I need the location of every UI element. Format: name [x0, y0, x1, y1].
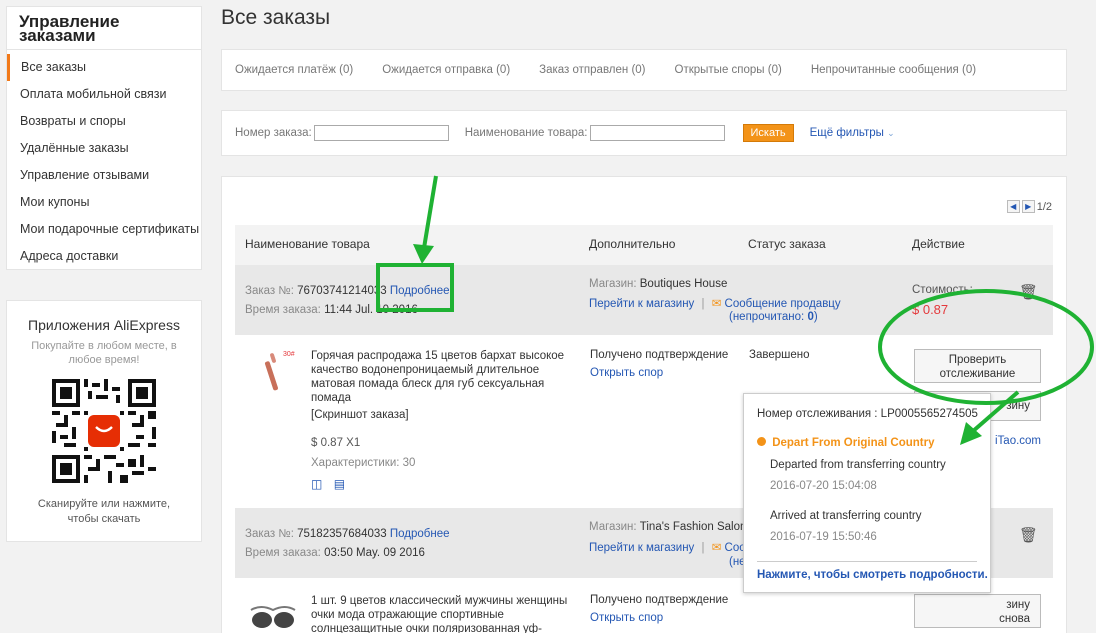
order-details-link[interactable]: Подробнее — [390, 528, 450, 540]
visit-store-link[interactable]: Перейти к магазину — [589, 298, 694, 310]
track-shipment-button[interactable]: Проверить отслеживание — [914, 349, 1041, 383]
tracking-event-time: 2016-07-20 15:04:08 — [770, 480, 877, 492]
divider — [757, 561, 977, 562]
sidebar-item-addresses[interactable]: Адреса доставки — [7, 243, 201, 270]
product-title[interactable]: Горячая распродажа 15 цветов бархат высо… — [311, 349, 573, 405]
page-indicator: 1/2 — [1036, 200, 1052, 213]
price-label: Стоимость: — [912, 284, 973, 296]
order-status: Завершено — [749, 349, 810, 361]
next-page-icon[interactable]: ▶ — [1021, 200, 1035, 213]
apps-title: Приложения AliExpress — [28, 317, 180, 333]
product-thumbnail[interactable] — [249, 590, 297, 633]
envelope-icon: ✉ — [711, 298, 722, 310]
sidebar-item-returns[interactable]: Возвраты и споры — [7, 108, 201, 135]
header-extra: Дополнительно — [589, 237, 676, 251]
order-time: 11:44 Jul. 10 2016 — [324, 304, 418, 316]
chevron-down-icon: ⌄ — [887, 128, 895, 138]
shipping-icon: ◫ — [311, 477, 323, 491]
order-header: Заказ №: 76703741214033 Подробнее Время … — [235, 265, 1053, 335]
trash-icon[interactable]: 🗑 — [1019, 283, 1038, 301]
store-name: Boutiques House — [639, 278, 728, 290]
envelope-icon: ✉ — [711, 542, 722, 554]
tab-open-disputes[interactable]: Открытые споры (0) — [675, 64, 782, 76]
header-product: Наименование товара — [245, 237, 370, 251]
store-name: Tina's Fashion Salon — [639, 521, 747, 533]
qr-code-icon — [52, 379, 156, 483]
aitao-link[interactable]: iTao.com — [995, 435, 1041, 447]
order-price: $ 0.87 — [912, 302, 949, 317]
tracking-details-link[interactable]: Нажмите, чтобы смотреть подробности. — [757, 569, 988, 581]
order-snapshot-link[interactable]: [Скриншот заказа] — [311, 409, 409, 421]
prev-page-icon[interactable]: ◀ — [1006, 200, 1020, 213]
confirmation-status: Получено подтверждение — [590, 594, 729, 606]
pagination: ◀ ▶ 1/2 — [1006, 200, 1052, 213]
sidebar-item-reviews[interactable]: Управление отзывами — [7, 162, 201, 189]
header-action: Действие — [912, 237, 965, 251]
order-details-link[interactable]: Подробнее — [390, 285, 450, 297]
product-name-label: Наименование товара: — [464, 127, 588, 139]
search-button[interactable]: Искать — [742, 124, 794, 142]
sidebar-item-coupons[interactable]: Мои купоны — [7, 189, 201, 216]
order-number-input[interactable] — [313, 125, 449, 141]
sidebar-item-mobile-payment[interactable]: Оплата мобильной связи — [7, 81, 201, 108]
tracking-number: Номер отслеживания : LP0005565274505 — [757, 408, 978, 420]
sidebar-item-gift-cards[interactable]: Мои подарочные сертификаты — [7, 216, 201, 243]
open-dispute-link[interactable]: Открыть спор — [590, 367, 663, 379]
qr-code[interactable] — [52, 379, 156, 483]
sidebar: Управление заказами Все заказы Оплата мо… — [6, 6, 202, 270]
status-dot-icon — [757, 437, 766, 446]
order-number-label: Номер заказа: — [235, 127, 312, 139]
product-title[interactable]: 1 шт. 9 цветов классический мужчины женщ… — [311, 594, 573, 633]
tab-awaiting-shipment[interactable]: Ожидается отправка (0) — [382, 64, 510, 76]
message-seller-link[interactable]: Сообщение продавцу — [725, 298, 841, 310]
order-number: 76703741214033 — [297, 285, 387, 297]
apps-subtitle: Покупайте в любом месте, в любое время! — [31, 340, 177, 366]
tab-awaiting-payment[interactable]: Ожидается платёж (0) — [235, 64, 353, 76]
buy-again-button[interactable]: зину снова — [914, 594, 1041, 628]
unit-price-qty: $ 0.87 X1 — [311, 437, 361, 449]
apps-footer: Сканируйте или нажмите, чтобы скачать — [37, 498, 171, 525]
header-status: Статус заказа — [748, 237, 826, 251]
open-dispute-link[interactable]: Открыть спор — [590, 612, 663, 624]
tracking-event-desc: Departed from transferring country — [770, 459, 946, 471]
apps-panel: Приложения AliExpress Покупайте в любом … — [6, 300, 202, 542]
filter-bar: Номер заказа: Наименование товара: Искат… — [221, 110, 1067, 156]
visit-store-link[interactable]: Перейти к магазину — [589, 542, 694, 554]
sidebar-title: Управление заказами — [7, 7, 201, 50]
tab-shipped[interactable]: Заказ отправлен (0) — [539, 64, 645, 76]
sunglasses-icon — [250, 606, 296, 628]
tracking-event-time: 2016-07-19 15:50:46 — [770, 531, 877, 543]
unread-count[interactable]: (непрочитано: 0) — [729, 311, 818, 323]
receipt-icon: ▤ — [333, 477, 346, 491]
page-title: Все заказы — [221, 6, 331, 29]
tracking-event-desc: Arrived at transferring country — [770, 510, 922, 522]
trash-icon[interactable]: 🗑 — [1019, 526, 1038, 544]
product-name-input[interactable] — [589, 125, 725, 141]
order-time: 03:50 May. 09 2016 — [324, 547, 425, 559]
table-header: Наименование товара Дополнительно Статус… — [235, 225, 1053, 265]
tracking-popup: Номер отслеживания : LP0005565274505 Dep… — [743, 393, 991, 593]
confirmation-status: Получено подтверждение — [590, 349, 729, 361]
sidebar-menu: Все заказы Оплата мобильной связи Возвра… — [7, 54, 201, 270]
sidebar-item-deleted-orders[interactable]: Удалённые заказы — [7, 135, 201, 162]
sidebar-item-all-orders[interactable]: Все заказы — [7, 54, 201, 81]
product-specs: Характеристики: 30 — [311, 457, 416, 469]
tracking-event-header: Depart From Original Country — [772, 437, 935, 449]
tab-unread-messages[interactable]: Непрочитанные сообщения (0) — [811, 64, 976, 76]
order-status-tabs: Ожидается платёж (0) Ожидается отправка … — [221, 49, 1067, 91]
more-filters-link[interactable]: Ещё фильтры ⌄ — [810, 127, 895, 139]
order-number: 75182357684033 — [297, 528, 387, 540]
product-thumbnail[interactable]: 30# — [249, 347, 297, 395]
